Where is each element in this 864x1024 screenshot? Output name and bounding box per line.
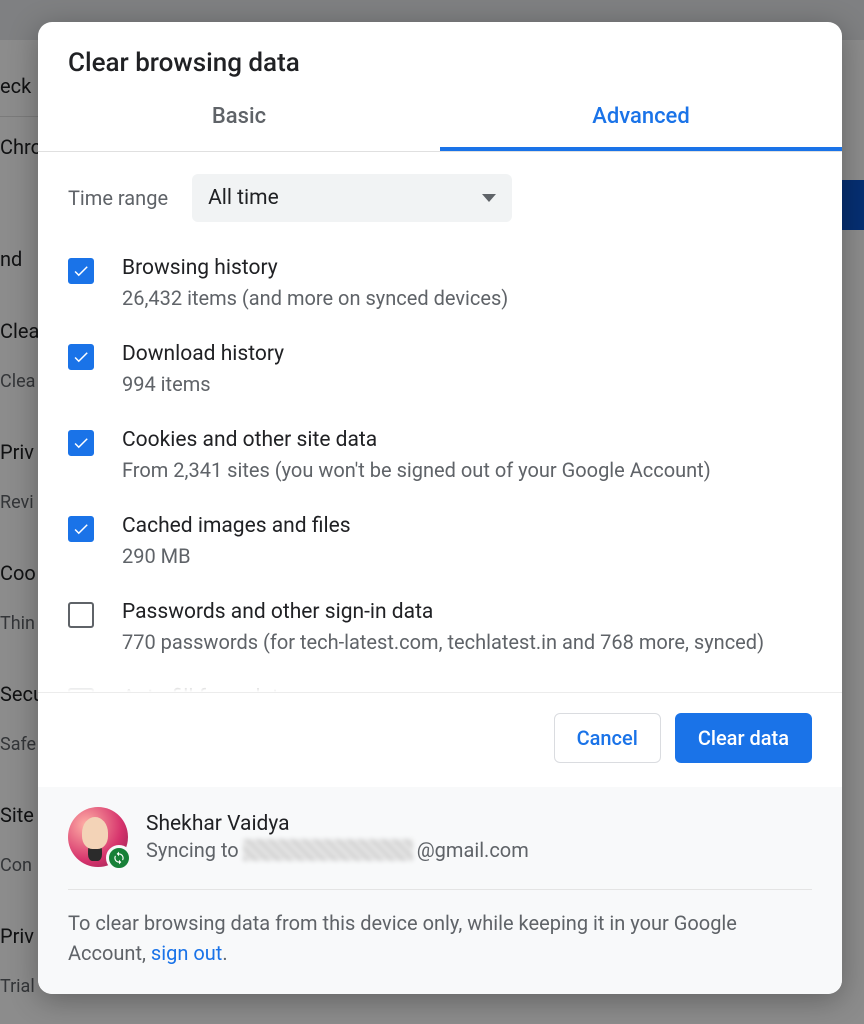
chevron-down-icon [482,194,496,202]
avatar [68,807,128,867]
item-autofill: Auto-fill form data [68,686,812,692]
checkmark-icon [72,434,90,452]
dialog-tabs: Basic Advanced [38,90,842,152]
account-section: Shekhar Vaidya Syncing to @gmail.com To … [38,787,842,994]
item-text: Browsing history 26,432 items (and more … [122,256,508,312]
sync-prefix: Syncing to [146,838,239,862]
item-text: Passwords and other sign-in data 770 pas… [122,600,764,656]
item-text: Auto-fill form data [122,686,290,692]
account-info: Shekhar Vaidya Syncing to @gmail.com [146,812,529,862]
item-title: Cached images and files [122,514,351,538]
checkmark-icon [72,262,90,280]
item-cached: Cached images and files 290 MB [68,514,812,570]
account-name: Shekhar Vaidya [146,812,529,836]
item-text: Cookies and other site data From 2,341 s… [122,428,711,484]
item-browsing-history: Browsing history 26,432 items (and more … [68,256,812,312]
item-title: Passwords and other sign-in data [122,600,764,624]
sync-icon [112,851,126,865]
item-title: Download history [122,342,284,366]
dialog-body: Time range All time Browsing history 26,… [38,152,842,692]
item-download-history: Download history 994 items [68,342,812,398]
item-subtitle: 770 passwords (for tech-latest.com, tech… [122,628,764,656]
item-passwords: Passwords and other sign-in data 770 pas… [68,600,812,656]
checkmark-icon [72,520,90,538]
sync-badge [106,845,132,871]
checkbox-cached[interactable] [68,516,94,542]
time-range-value: All time [208,186,279,210]
clear-browsing-data-dialog: Clear browsing data Basic Advanced Time … [38,22,842,994]
redacted-email [243,839,413,861]
account-sync-status: Syncing to @gmail.com [146,838,529,862]
checkbox-download-history[interactable] [68,344,94,370]
checkbox-autofill[interactable] [68,688,94,692]
time-range-label: Time range [68,186,168,210]
item-subtitle: 290 MB [122,542,351,570]
tab-basic[interactable]: Basic [38,90,440,151]
item-subtitle: 994 items [122,370,284,398]
checkbox-browsing-history[interactable] [68,258,94,284]
clear-items-list: Browsing history 26,432 items (and more … [68,256,812,692]
dialog-header: Clear browsing data [38,22,842,90]
account-row: Shekhar Vaidya Syncing to @gmail.com [68,807,812,890]
account-note: To clear browsing data from this device … [68,890,812,968]
dialog-footer: Cancel Clear data [38,692,842,787]
cancel-button[interactable]: Cancel [554,713,661,763]
item-text: Cached images and files 290 MB [122,514,351,570]
sign-out-link[interactable]: sign out [151,941,222,965]
note-text: . [222,941,227,965]
checkmark-icon [72,348,90,366]
checkbox-passwords[interactable] [68,602,94,628]
item-title: Browsing history [122,256,508,280]
dialog-title: Clear browsing data [68,48,812,78]
sync-suffix: @gmail.com [417,838,529,862]
item-text: Download history 994 items [122,342,284,398]
item-cookies: Cookies and other site data From 2,341 s… [68,428,812,484]
time-range-row: Time range All time [68,174,812,222]
item-subtitle: 26,432 items (and more on synced devices… [122,284,508,312]
checkbox-cookies[interactable] [68,430,94,456]
item-title: Auto-fill form data [122,686,290,692]
clear-data-button[interactable]: Clear data [675,713,812,763]
item-title: Cookies and other site data [122,428,711,452]
item-subtitle: From 2,341 sites (you won't be signed ou… [122,456,711,484]
time-range-select[interactable]: All time [192,174,512,222]
tab-advanced[interactable]: Advanced [440,90,842,151]
